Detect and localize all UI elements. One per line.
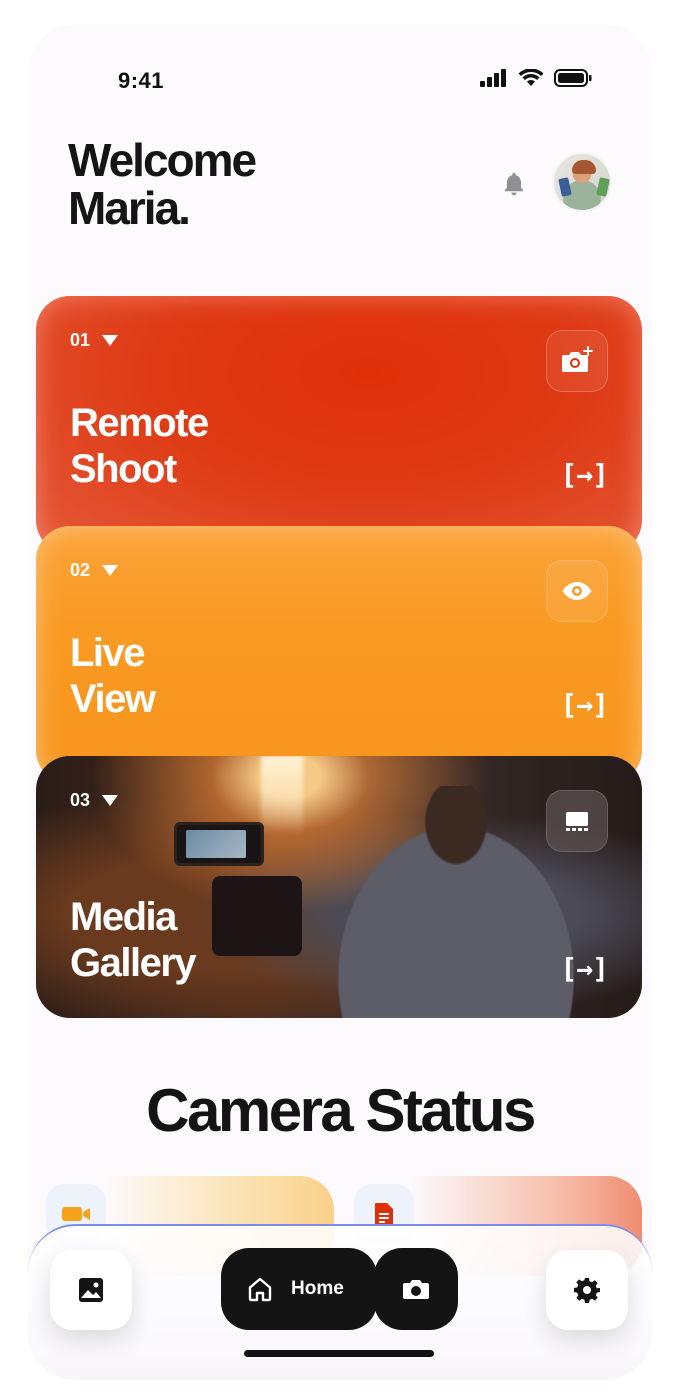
card-title-line: Media: [70, 895, 177, 939]
phone-screen: 9:41 Welcome Maria. 01 Remote Shoot [→] …: [28, 24, 652, 1380]
card-title: Live View: [70, 630, 156, 722]
nav-settings-button[interactable]: [546, 1250, 628, 1330]
card-number: 03: [70, 790, 119, 811]
settings-icon: [574, 1278, 600, 1303]
media-gallery-card[interactable]: 03 Media Gallery [→]: [36, 756, 642, 1018]
card-title-line: Gallery: [70, 941, 197, 985]
card-title: Remote Shoot: [70, 400, 209, 492]
card-number-label: 03: [70, 790, 91, 810]
camera-plus-icon: [562, 346, 593, 372]
open-arrow-icon[interactable]: [→]: [560, 458, 609, 491]
nav-camera-button[interactable]: [374, 1248, 458, 1330]
open-arrow-icon[interactable]: [→]: [560, 952, 609, 985]
chevron-down-icon[interactable]: [102, 795, 119, 806]
avatar-hair: [572, 160, 596, 174]
battery-icon: [554, 69, 592, 87]
card-title-line: Shoot: [70, 447, 177, 491]
avatar-detail: [596, 177, 610, 197]
home-icon: [248, 1277, 272, 1302]
nav-gallery-button[interactable]: [50, 1250, 132, 1330]
card-title-line: Remote: [70, 401, 209, 445]
document-icon: [375, 1203, 393, 1225]
camera-icon: [403, 1280, 429, 1299]
card-number-label: 02: [70, 560, 91, 580]
home-indicator[interactable]: [244, 1350, 434, 1357]
nav-home-label: Home: [291, 1278, 344, 1299]
nav-home-button[interactable]: Home: [221, 1248, 377, 1330]
camera-plus-button[interactable]: [546, 330, 608, 392]
live-view-card[interactable]: 02 Live View [→]: [36, 526, 642, 784]
wifi-icon: [518, 69, 544, 86]
eye-button[interactable]: [546, 560, 608, 622]
status-time: 9:41: [118, 68, 165, 93]
eye-icon: [562, 582, 592, 600]
remote-shoot-card[interactable]: 01 Remote Shoot [→]: [36, 296, 642, 554]
card-title-line: View: [70, 677, 156, 721]
status-icons: [480, 69, 592, 87]
card-number: 01: [70, 330, 119, 351]
card-number: 02: [70, 560, 119, 581]
avatar-detail: [558, 177, 572, 197]
chevron-down-icon[interactable]: [102, 335, 119, 346]
gallery-icon: [566, 812, 588, 831]
card-title-line: Live: [70, 631, 146, 675]
camera-monitor: [186, 830, 246, 858]
camera-body: [212, 876, 302, 956]
gallery-button[interactable]: [546, 790, 608, 852]
camera-status-title: Camera Status: [146, 1077, 536, 1144]
card-title: Media Gallery: [70, 894, 197, 986]
open-arrow-icon[interactable]: [→]: [560, 688, 609, 721]
user-name: Maria.: [68, 182, 191, 234]
background-light: [261, 756, 303, 836]
welcome-heading: Welcome Maria.: [68, 134, 257, 234]
welcome-line: Welcome: [68, 134, 257, 186]
video-camera-icon: [62, 1207, 90, 1221]
card-number-label: 01: [70, 330, 91, 350]
bell-icon[interactable]: [500, 170, 528, 198]
image-icon: [79, 1278, 103, 1302]
cellular-signal-icon: [480, 69, 506, 87]
chevron-down-icon[interactable]: [102, 565, 119, 576]
avatar[interactable]: [552, 152, 612, 212]
